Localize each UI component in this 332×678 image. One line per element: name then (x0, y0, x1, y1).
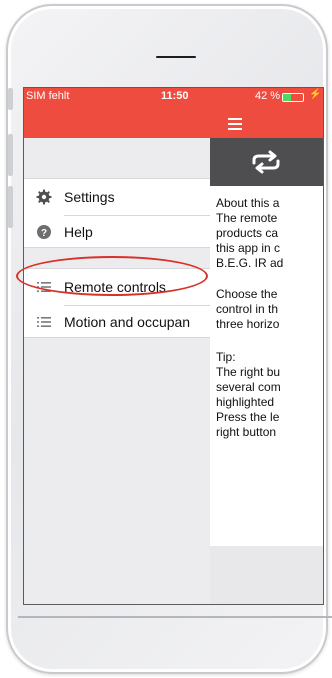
carrier-label: SIM fehlt (26, 90, 70, 102)
earpiece-speaker (156, 56, 196, 58)
list-icon (36, 314, 52, 330)
mute-switch (8, 88, 13, 110)
side-menu: Settings ? Help Remote controls Motion a… (24, 138, 210, 604)
menu-item-help[interactable]: ? Help (24, 214, 210, 250)
volume-up-button (8, 134, 13, 176)
phone-bottom-bezel (18, 616, 332, 676)
main-content-panel: About this a The remote products ca this… (210, 138, 323, 604)
battery-icon (282, 93, 304, 102)
menu-group-general: Settings ? Help (24, 178, 210, 248)
choose-paragraph: Choose the control in th three horizo (216, 287, 280, 331)
menu-item-label: Motion and occupan (64, 314, 191, 330)
menu-item-label: Help (64, 224, 93, 240)
bolt-icon: ⚡ (309, 89, 322, 100)
menu-item-motion-occupancy[interactable]: Motion and occupan (24, 304, 210, 340)
menu-item-label: Settings (64, 189, 115, 205)
app-bar (24, 112, 323, 138)
gear-icon (36, 189, 52, 205)
highlight-annotation-ellipse (16, 256, 208, 296)
repeat-icon[interactable] (250, 150, 282, 179)
volume-down-button (8, 186, 13, 228)
menu-item-settings[interactable]: Settings (24, 179, 210, 215)
svg-text:?: ? (41, 228, 47, 239)
about-paragraph: About this a The remote products ca this… (216, 196, 284, 270)
battery-percent: 42 % (255, 90, 281, 102)
hamburger-icon[interactable] (228, 118, 242, 130)
battery-level-fill (283, 94, 292, 101)
about-text-card: About this a The remote products ca this… (210, 186, 323, 546)
content-header (210, 138, 323, 186)
help-icon: ? (36, 224, 52, 240)
app-screen: SIM fehlt 11:50 42 % ⚡ Settings ? Help R… (23, 87, 324, 605)
status-bar: SIM fehlt 11:50 42 % ⚡ (24, 88, 323, 112)
tip-paragraph: Tip: The right bu several com highlighte… (216, 350, 281, 439)
clock: 11:50 (161, 90, 189, 102)
